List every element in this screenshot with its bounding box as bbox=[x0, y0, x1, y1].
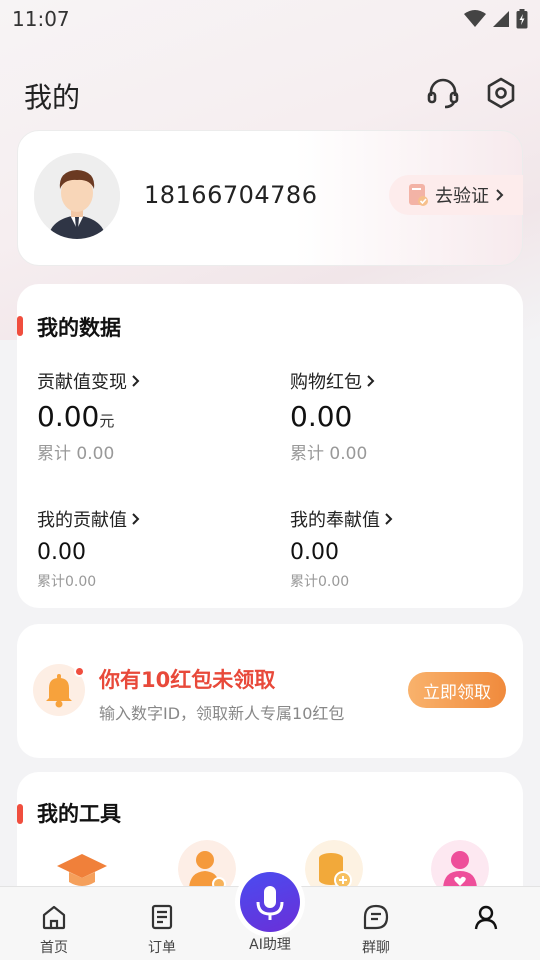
tab-profile[interactable] bbox=[446, 887, 526, 960]
redpacket-promo-card: 你有10红包未领取 输入数字ID，领取新人专属10红包 立即领取 bbox=[17, 624, 523, 758]
verify-button[interactable]: 去验证 bbox=[389, 175, 523, 215]
avatar[interactable] bbox=[34, 153, 120, 239]
status-bar: 11:07 bbox=[0, 0, 540, 38]
chevron-right-icon bbox=[367, 375, 375, 387]
ai-assistant-button[interactable] bbox=[240, 872, 300, 932]
phone-number: 18166704786 bbox=[144, 181, 318, 209]
profile-icon bbox=[474, 905, 498, 930]
status-icons bbox=[464, 9, 528, 29]
chat-icon bbox=[363, 904, 389, 930]
promo-subtitle: 输入数字ID，领取新人专属10红包 bbox=[99, 704, 345, 723]
stat-total: 累计 0.00 bbox=[290, 444, 368, 464]
wifi-icon bbox=[464, 10, 486, 27]
profile-card: 18166704786 去验证 bbox=[17, 130, 523, 266]
claim-now-button[interactable]: 立即领取 bbox=[408, 672, 506, 708]
chevron-right-icon bbox=[496, 189, 504, 201]
stat-total: 累计0.00 bbox=[37, 574, 97, 590]
tab-group-chat[interactable]: 群聊 bbox=[336, 887, 416, 960]
notification-dot bbox=[74, 666, 85, 677]
headset-icon[interactable] bbox=[426, 76, 460, 110]
tab-label: 首页 bbox=[40, 940, 68, 956]
promo-title: 你有10红包未领取 bbox=[99, 668, 276, 692]
my-data-card: 我的数据 贡献值变现 0.00元 累计 0.00 购物红包 0.00 累计 0.… bbox=[17, 284, 523, 608]
chevron-right-icon bbox=[132, 375, 140, 387]
tab-home[interactable]: 首页 bbox=[14, 887, 94, 960]
id-card-icon bbox=[409, 184, 428, 206]
stat-total: 累计0.00 bbox=[290, 574, 350, 590]
stat-value: 0.00 bbox=[37, 540, 86, 565]
stat-value: 0.00 bbox=[290, 400, 353, 433]
stat-value: 0.00 bbox=[290, 540, 339, 565]
tab-label: AI助理 bbox=[249, 937, 291, 953]
stat-label: 我的贡献值 bbox=[37, 510, 127, 531]
stat-unit: 元 bbox=[99, 412, 115, 430]
stat-total: 累计 0.00 bbox=[37, 444, 115, 464]
my-tools-title: 我的工具 bbox=[37, 802, 121, 826]
tab-orders[interactable]: 订单 bbox=[122, 887, 202, 960]
battery-icon bbox=[516, 9, 528, 29]
page-title: 我的 bbox=[24, 81, 81, 114]
stat-contribution-cash[interactable]: 贡献值变现 0.00元 累计 0.00 bbox=[37, 368, 141, 464]
document-icon bbox=[151, 904, 173, 930]
settings-hex-icon[interactable] bbox=[484, 76, 518, 110]
home-icon bbox=[42, 905, 66, 930]
chevron-right-icon bbox=[385, 513, 393, 525]
stat-label: 贡献值变现 bbox=[37, 372, 127, 393]
tab-label: 群聊 bbox=[362, 940, 390, 956]
stat-shopping-redpacket[interactable]: 购物红包 0.00 累计 0.00 bbox=[290, 368, 376, 464]
section-marker bbox=[17, 316, 23, 336]
stat-my-contribution[interactable]: 我的贡献值 0.00 累计0.00 bbox=[37, 506, 141, 591]
stat-my-dedication[interactable]: 我的奉献值 0.00 累计0.00 bbox=[290, 506, 394, 591]
section-marker bbox=[17, 804, 23, 824]
stat-label: 我的奉献值 bbox=[290, 510, 380, 531]
page-header: 我的 bbox=[0, 70, 540, 118]
status-time: 11:07 bbox=[12, 7, 70, 31]
microphone-icon bbox=[256, 886, 284, 920]
stat-label: 购物红包 bbox=[290, 372, 362, 393]
chevron-right-icon bbox=[132, 513, 140, 525]
avatar-illustration bbox=[34, 153, 120, 239]
signal-icon bbox=[493, 11, 509, 27]
bell-badge bbox=[33, 664, 85, 716]
my-data-title: 我的数据 bbox=[37, 316, 121, 340]
verify-label: 去验证 bbox=[435, 186, 489, 207]
stat-value: 0.00 bbox=[37, 400, 100, 433]
tab-label: 订单 bbox=[148, 940, 176, 956]
